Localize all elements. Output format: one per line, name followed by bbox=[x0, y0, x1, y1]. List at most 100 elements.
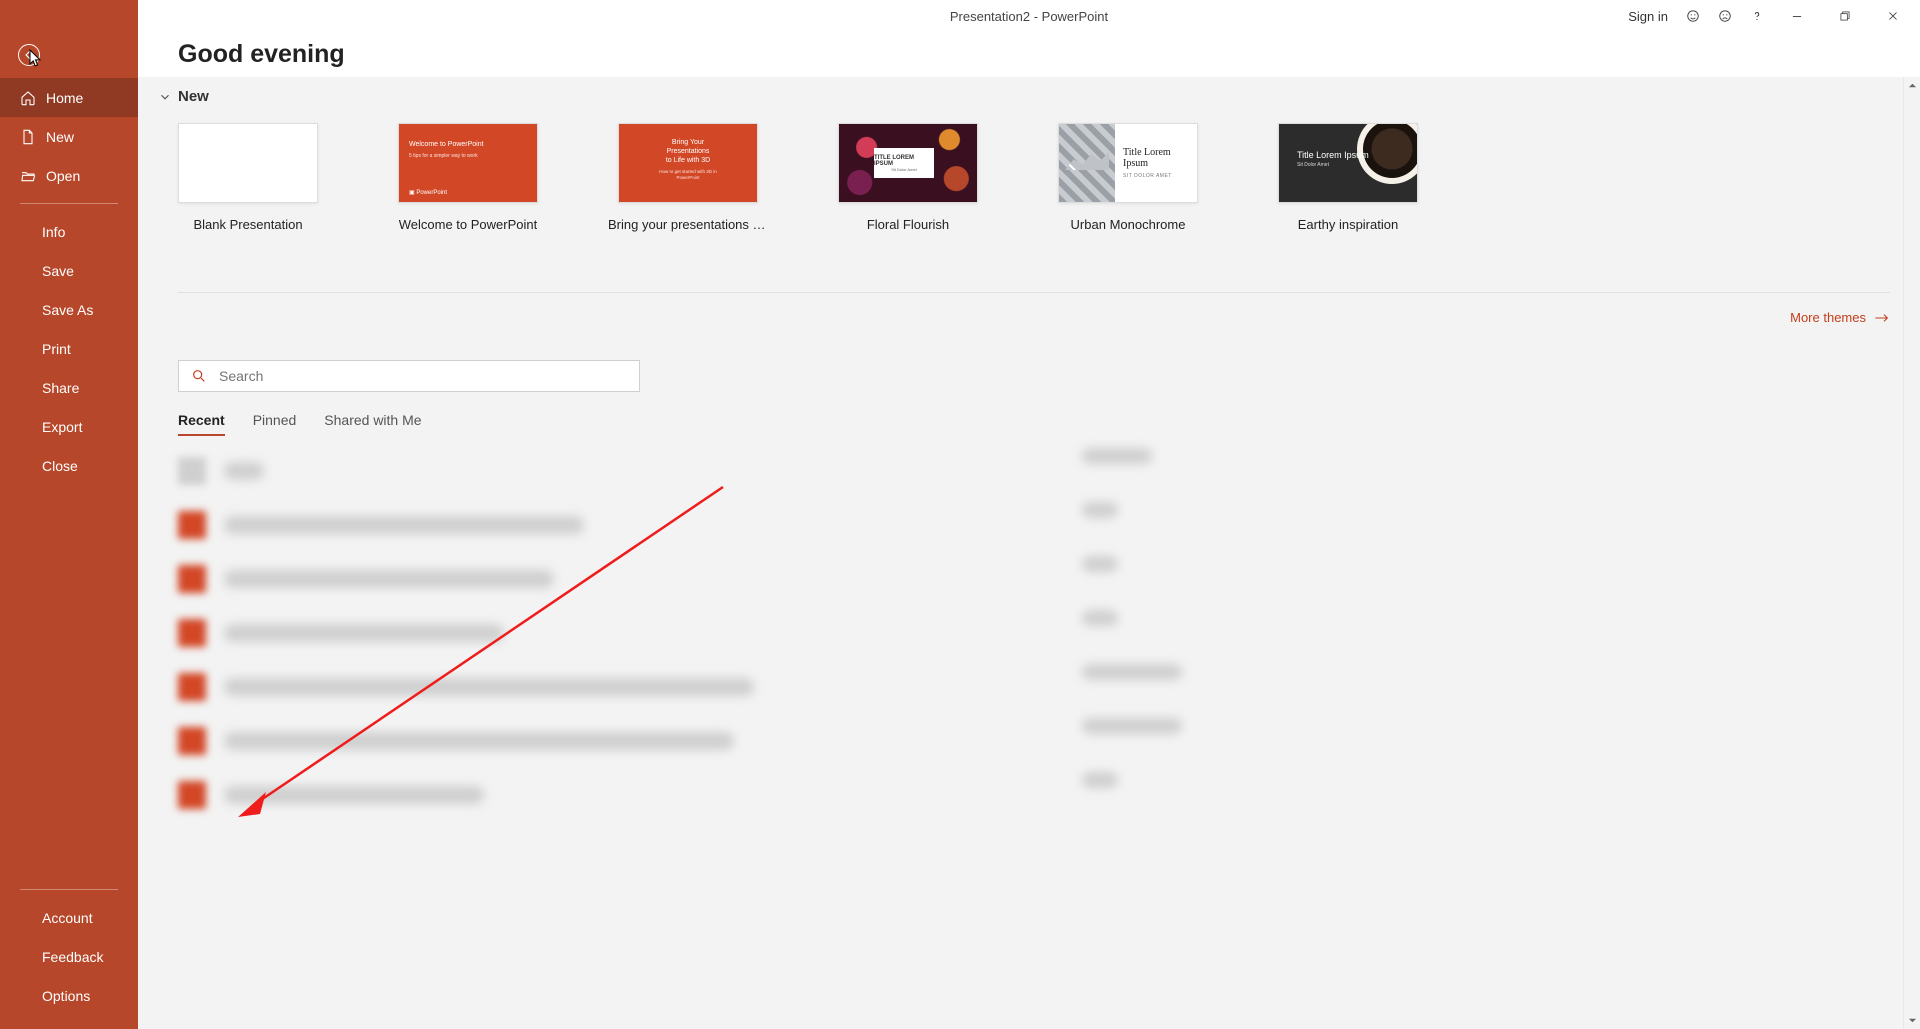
template-blank-thumb bbox=[178, 123, 318, 203]
nav-close[interactable]: Close bbox=[0, 446, 138, 485]
earthy-sub: Sit Dolor Amet bbox=[1297, 162, 1369, 168]
face-frown-button[interactable] bbox=[1710, 1, 1740, 31]
scrollbar[interactable] bbox=[1903, 77, 1920, 1029]
scroll-up[interactable] bbox=[1904, 77, 1920, 94]
help-button[interactable] bbox=[1742, 1, 1772, 31]
recent-file-name bbox=[224, 462, 264, 480]
recent-row[interactable] bbox=[178, 606, 1580, 660]
tab-pinned[interactable]: Pinned bbox=[253, 412, 297, 436]
new-section-header[interactable]: New bbox=[158, 88, 1890, 105]
presentation-file-icon bbox=[178, 511, 206, 539]
nav-share[interactable]: Share bbox=[0, 368, 138, 407]
restore-icon bbox=[1838, 9, 1852, 23]
home-icon bbox=[20, 90, 36, 106]
nav-feedback-label: Feedback bbox=[42, 949, 103, 965]
tab-shared[interactable]: Shared with Me bbox=[324, 412, 421, 436]
presentation-file-icon bbox=[178, 727, 206, 755]
minimize-button[interactable] bbox=[1774, 1, 1820, 31]
bring-line2: to Life with 3D bbox=[654, 156, 723, 165]
recent-file-date bbox=[1082, 718, 1182, 734]
nav-save-as[interactable]: Save As bbox=[0, 290, 138, 329]
sidebar-bottom-pad bbox=[0, 1015, 138, 1029]
recent-row[interactable] bbox=[178, 660, 1580, 714]
new-section-label: New bbox=[178, 88, 209, 105]
template-earthy[interactable]: Title Lorem Ipsum Sit Dolor Amet Earthy … bbox=[1278, 123, 1418, 232]
minimize-icon bbox=[1790, 9, 1804, 23]
presentation-file-icon bbox=[178, 619, 206, 647]
nav-home[interactable]: Home bbox=[0, 78, 138, 117]
template-floral-label: Floral Flourish bbox=[867, 217, 949, 232]
recent-row[interactable] bbox=[178, 498, 1580, 552]
template-bring3d-label: Bring your presentations to... bbox=[608, 217, 768, 232]
recent-row[interactable] bbox=[178, 768, 1580, 822]
sidebar-divider-1 bbox=[20, 203, 118, 204]
back-button[interactable] bbox=[18, 44, 40, 66]
page-title: Good evening bbox=[178, 40, 345, 69]
template-floral[interactable]: TITLE LOREM IPSUM Sit Dolor Amet Floral … bbox=[838, 123, 978, 232]
help-icon bbox=[1750, 9, 1764, 23]
recent-row[interactable] bbox=[178, 444, 1580, 498]
arrow-right-icon bbox=[1874, 313, 1890, 323]
nav-print-label: Print bbox=[42, 341, 71, 357]
nav-open-label: Open bbox=[46, 168, 80, 184]
heading-strip: Good evening bbox=[138, 32, 1920, 77]
nav-save[interactable]: Save bbox=[0, 251, 138, 290]
sidebar-spacer bbox=[0, 485, 138, 881]
template-urban[interactable]: Title Lorem Ipsum SIT DOLOR AMET Urban M… bbox=[1058, 123, 1198, 232]
floral-title: TITLE LOREM IPSUM bbox=[874, 155, 934, 167]
window-title: Presentation2 - PowerPoint bbox=[950, 9, 1108, 24]
nav-export[interactable]: Export bbox=[0, 407, 138, 446]
nav-account[interactable]: Account bbox=[0, 898, 138, 937]
more-themes-link[interactable]: More themes bbox=[1790, 310, 1890, 325]
nav-new-label: New bbox=[46, 129, 74, 145]
new-section: New Blank Presentation Welcome to PowerP… bbox=[158, 88, 1890, 232]
nav-feedback[interactable]: Feedback bbox=[0, 937, 138, 976]
template-bring3d-thumb: Bring Your Presentations to Life with 3D… bbox=[618, 123, 758, 203]
search-box[interactable] bbox=[178, 360, 640, 392]
nav-close-label: Close bbox=[42, 458, 78, 474]
welcome-footer: ▣ PowerPoint bbox=[409, 189, 447, 196]
earthy-title: Title Lorem Ipsum bbox=[1297, 150, 1369, 160]
close-icon bbox=[1886, 9, 1900, 23]
backstage-sidebar: Home New Open Info Save Save As Print Sh… bbox=[0, 0, 138, 1029]
search-input[interactable] bbox=[219, 368, 627, 384]
recent-file-date bbox=[1082, 448, 1152, 464]
recent-file-name bbox=[224, 570, 554, 588]
face-smile-button[interactable] bbox=[1678, 1, 1708, 31]
tab-recent[interactable]: Recent bbox=[178, 412, 225, 436]
nav-options[interactable]: Options bbox=[0, 976, 138, 1015]
urban-title: Title Lorem Ipsum bbox=[1123, 147, 1189, 169]
recent-row[interactable] bbox=[178, 714, 1580, 768]
sidebar-divider-2 bbox=[20, 889, 118, 890]
nav-print[interactable]: Print bbox=[0, 329, 138, 368]
nav-share-label: Share bbox=[42, 380, 79, 396]
recent-row[interactable] bbox=[178, 552, 1580, 606]
template-urban-thumb: Title Lorem Ipsum SIT DOLOR AMET bbox=[1058, 123, 1198, 203]
recent-file-date bbox=[1082, 772, 1118, 788]
scroll-down[interactable] bbox=[1904, 1012, 1920, 1029]
recent-file-date bbox=[1082, 610, 1118, 626]
nav-new[interactable]: New bbox=[0, 117, 138, 156]
recent-dates-column bbox=[1082, 448, 1182, 826]
templates-row: Blank Presentation Welcome to PowerPoint… bbox=[158, 123, 1890, 232]
close-button[interactable] bbox=[1870, 1, 1916, 31]
restore-button[interactable] bbox=[1822, 1, 1868, 31]
urban-right: Title Lorem Ipsum SIT DOLOR AMET bbox=[1115, 133, 1197, 193]
face-smile-icon bbox=[1686, 9, 1700, 23]
template-blank[interactable]: Blank Presentation bbox=[178, 123, 318, 232]
template-welcome-thumb: Welcome to PowerPoint 5 tips for a simpl… bbox=[398, 123, 538, 203]
template-floral-thumb: TITLE LOREM IPSUM Sit Dolor Amet bbox=[838, 123, 978, 203]
signin-link[interactable]: Sign in bbox=[1620, 9, 1676, 24]
recent-file-name bbox=[224, 516, 584, 534]
template-bring3d[interactable]: Bring Your Presentations to Life with 3D… bbox=[618, 123, 758, 232]
template-blank-label: Blank Presentation bbox=[193, 217, 302, 232]
floral-card: TITLE LOREM IPSUM Sit Dolor Amet bbox=[874, 148, 934, 178]
nav-export-label: Export bbox=[42, 419, 82, 435]
nav-info[interactable]: Info bbox=[0, 212, 138, 251]
welcome-line2: 5 tips for a simpler way to work bbox=[409, 153, 484, 160]
titlebar-right: Sign in bbox=[1620, 0, 1916, 32]
nav-open[interactable]: Open bbox=[0, 156, 138, 195]
presentation-file-icon bbox=[178, 457, 206, 485]
template-welcome[interactable]: Welcome to PowerPoint 5 tips for a simpl… bbox=[398, 123, 538, 232]
presentation-file-icon bbox=[178, 565, 206, 593]
